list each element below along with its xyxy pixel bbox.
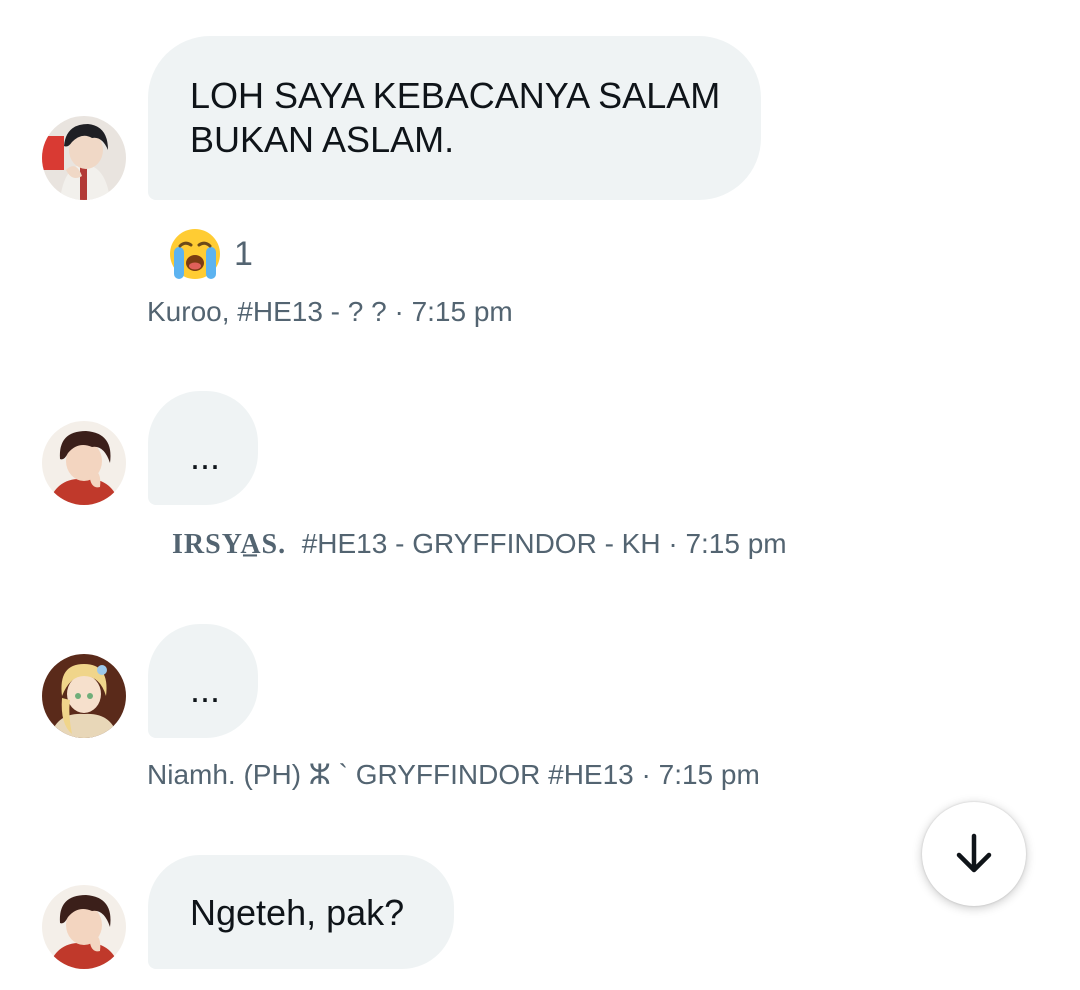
avatar-image xyxy=(42,885,126,969)
sender-avatar[interactable] xyxy=(42,116,126,200)
message-bubble[interactable]: ... xyxy=(148,391,258,505)
reaction-pill[interactable]: 1 xyxy=(168,226,253,282)
message-meta: Kuroo, #HE13 - ? ? · 7:15 pm xyxy=(147,296,513,327)
message-text: ... xyxy=(190,669,221,710)
message-bubble[interactable]: Ngeteh, pak? xyxy=(148,855,454,969)
sender-avatar[interactable] xyxy=(42,885,126,969)
loudly-crying-face-icon xyxy=(170,229,220,279)
message-meta: IRSYA̲S. #HE13 - GRYFFINDOR - KH · 7:15 … xyxy=(172,527,787,562)
sender-avatar[interactable] xyxy=(42,654,126,738)
message-text: Ngeteh, pak? xyxy=(190,892,405,933)
avatar-image xyxy=(42,116,126,200)
sender-avatar[interactable] xyxy=(42,421,126,505)
message-meta: Niamh. (PH) ⵣ ` GRYFFINDOR #HE13 · 7:15 … xyxy=(147,759,760,790)
chat-thread: LOH SAYA KEBACANYA SALAM BUKAN ASLAM. 1 … xyxy=(0,0,1080,990)
avatar-image xyxy=(42,421,126,505)
reaction-count: 1 xyxy=(234,234,253,273)
scroll-to-bottom-button[interactable] xyxy=(922,802,1026,906)
message-text: ... xyxy=(190,436,221,477)
message-bubble[interactable]: ... xyxy=(148,624,258,738)
meta-details: #HE13 - GRYFFINDOR - KH · 7:15 pm xyxy=(301,528,787,559)
message-bubble[interactable]: LOH SAYA KEBACANYA SALAM BUKAN ASLAM. xyxy=(148,36,761,200)
arrow-down-icon xyxy=(956,833,992,873)
message-text: LOH SAYA KEBACANYA SALAM BUKAN ASLAM. xyxy=(190,75,721,160)
avatar-image xyxy=(42,654,126,738)
sender-name: IRSYA̲S. xyxy=(172,529,287,560)
